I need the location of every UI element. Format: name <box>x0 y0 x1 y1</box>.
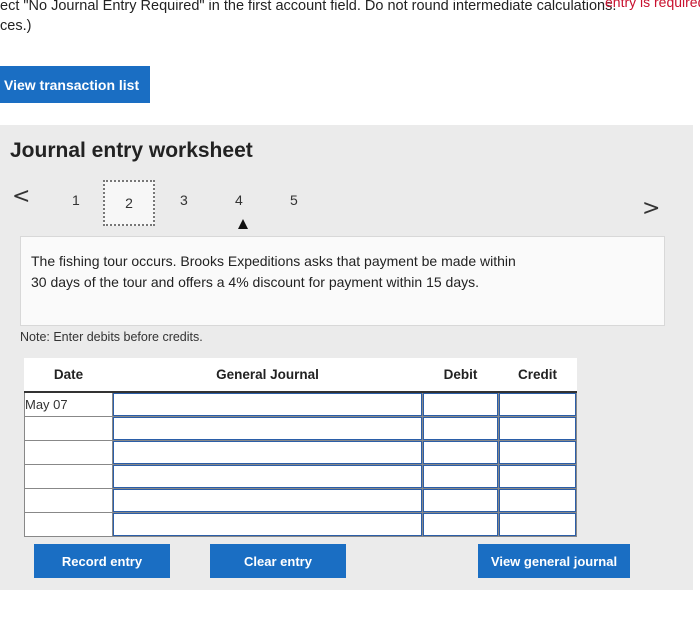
record-entry-button[interactable]: Record entry <box>34 544 170 578</box>
date-cell: May 07 <box>24 391 113 417</box>
account-input[interactable] <box>113 488 422 512</box>
date-cell <box>24 511 113 537</box>
header-general-journal: General Journal <box>112 358 423 393</box>
table-row <box>24 415 577 441</box>
instructions-line2: ces.) <box>0 18 32 34</box>
instructions-red-text: entry is required fo <box>605 0 700 10</box>
account-cell <box>112 463 423 489</box>
debit-input[interactable] <box>423 488 498 512</box>
debit-cell <box>422 439 499 465</box>
page-5[interactable]: 5 <box>290 192 298 208</box>
page-2-label: 2 <box>125 195 133 211</box>
debit-input[interactable] <box>423 512 498 536</box>
table-row: May 07 <box>24 391 577 417</box>
account-cell <box>112 511 423 537</box>
view-general-journal-button[interactable]: View general journal <box>478 544 630 578</box>
header-debit: Debit <box>422 358 499 393</box>
debit-input[interactable] <box>423 416 498 440</box>
clear-entry-button[interactable]: Clear entry <box>210 544 346 578</box>
account-cell <box>112 439 423 465</box>
page-2-active[interactable]: 2 <box>103 180 155 226</box>
worksheet-title: Journal entry worksheet <box>10 139 253 162</box>
page-3[interactable]: 3 <box>180 192 188 208</box>
table-row <box>24 487 577 513</box>
account-input[interactable] <box>113 512 422 536</box>
account-input[interactable] <box>113 416 422 440</box>
debit-input[interactable] <box>423 393 498 416</box>
transaction-description: The fishing tour occurs. Brooks Expediti… <box>20 236 665 326</box>
view-transaction-list-button[interactable]: View transaction list <box>0 66 150 103</box>
table-row <box>24 439 577 465</box>
credit-cell <box>498 391 577 417</box>
date-cell <box>24 487 113 513</box>
credit-cell <box>498 487 577 513</box>
account-cell <box>112 391 423 417</box>
debit-input[interactable] <box>423 464 498 488</box>
table-row <box>24 511 577 537</box>
next-arrow-icon[interactable]: > <box>642 196 660 221</box>
instructions-text: ect "No Journal Entry Required" in the f… <box>0 0 700 36</box>
page-4[interactable]: 4 <box>235 192 243 208</box>
page-1[interactable]: 1 <box>72 192 80 208</box>
date-cell <box>24 463 113 489</box>
debit-input[interactable] <box>423 440 498 464</box>
account-input[interactable] <box>113 464 422 488</box>
note-text: Note: Enter debits before credits. <box>20 330 203 344</box>
credit-cell <box>498 463 577 489</box>
credit-input[interactable] <box>499 440 576 464</box>
table-row <box>24 463 577 489</box>
credit-input[interactable] <box>499 488 576 512</box>
credit-input[interactable] <box>499 416 576 440</box>
account-cell <box>112 415 423 441</box>
credit-input[interactable] <box>499 393 576 416</box>
credit-input[interactable] <box>499 512 576 536</box>
debit-cell <box>422 415 499 441</box>
credit-cell <box>498 439 577 465</box>
account-cell <box>112 487 423 513</box>
account-input[interactable] <box>113 440 422 464</box>
debit-cell <box>422 511 499 537</box>
debit-cell <box>422 391 499 417</box>
journal-entry-table: Date General Journal Debit Credit May 07 <box>24 358 577 537</box>
account-input[interactable] <box>113 393 422 416</box>
description-line2: 30 days of the tour and offers a 4% disc… <box>31 274 480 290</box>
header-credit: Credit <box>498 358 577 393</box>
description-line1: The fishing tour occurs. Brooks Expediti… <box>31 253 516 269</box>
mouse-cursor-icon <box>238 219 248 229</box>
debit-cell <box>422 463 499 489</box>
credit-cell <box>498 511 577 537</box>
prev-arrow-icon[interactable]: < <box>12 184 30 209</box>
instructions-line1: ect "No Journal Entry Required" in the f… <box>0 0 617 14</box>
debit-cell <box>422 487 499 513</box>
date-cell <box>24 415 113 441</box>
header-date: Date <box>24 358 113 393</box>
credit-input[interactable] <box>499 464 576 488</box>
date-cell <box>24 439 113 465</box>
credit-cell <box>498 415 577 441</box>
